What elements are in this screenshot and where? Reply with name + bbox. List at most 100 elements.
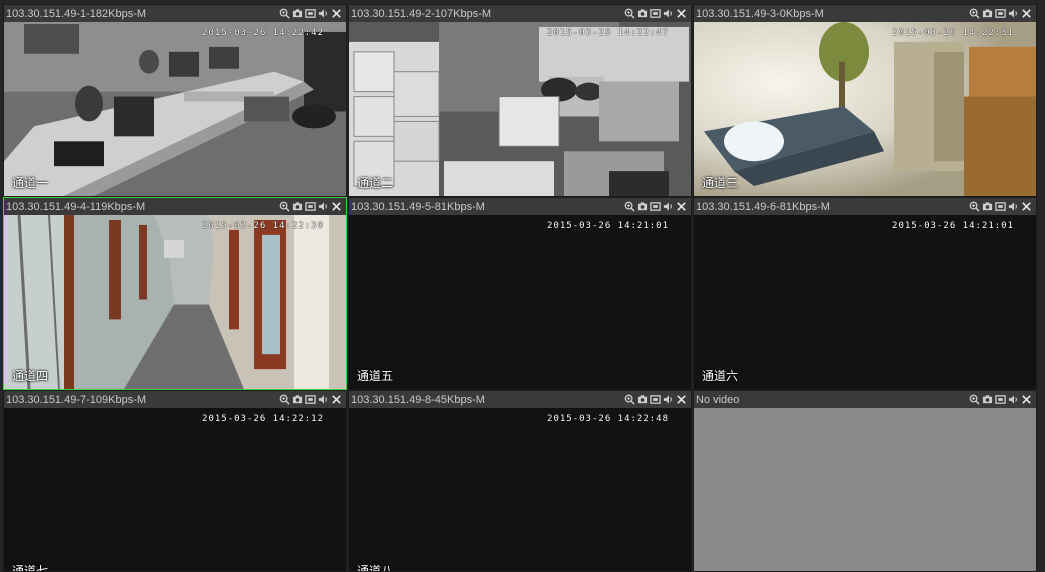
record-icon[interactable]: [305, 8, 316, 19]
zoom-icon[interactable]: [624, 201, 635, 212]
video-cell-1[interactable]: 103.30.151.49-1-182Kbps-M 2015-03-26 14:…: [3, 4, 347, 197]
record-icon[interactable]: [650, 201, 661, 212]
channel-label: 通道四: [12, 369, 49, 383]
record-icon[interactable]: [650, 8, 661, 19]
timestamp-overlay: 2015-03-26 14:21:01: [547, 221, 669, 231]
video-cell-2[interactable]: 103.30.151.49-2-107Kbps-M 2015-03-26 14:…: [348, 4, 692, 197]
snapshot-icon[interactable]: [292, 394, 303, 405]
cell-toolbar: [969, 201, 1036, 212]
timestamp-overlay: 2015-03-26 14:22:47: [547, 28, 669, 38]
video-feed[interactable]: 2015-03-26 14:22:12 通道七: [4, 408, 346, 571]
close-icon[interactable]: [676, 394, 687, 405]
cell-toolbar: [279, 201, 346, 212]
video-cell-3[interactable]: 103.30.151.49-3-0Kbps-M 2015-03-26 14:22…: [693, 4, 1037, 197]
cell-titlebar: 103.30.151.49-7-109Kbps-M: [4, 391, 346, 408]
video-grid: 103.30.151.49-1-182Kbps-M 2015-03-26 14:…: [3, 4, 1037, 572]
close-icon[interactable]: [1021, 201, 1032, 212]
record-icon[interactable]: [305, 201, 316, 212]
video-cell-5[interactable]: 103.30.151.49-5-81Kbps-M 2015-03-26 14:2…: [348, 197, 692, 390]
snapshot-icon[interactable]: [637, 394, 648, 405]
snapshot-icon[interactable]: [292, 201, 303, 212]
record-icon[interactable]: [305, 394, 316, 405]
zoom-icon[interactable]: [969, 394, 980, 405]
timestamp-overlay: 2015-03-26 14:22:31: [892, 28, 1014, 38]
timestamp-overlay: 2015-03-26 14:22:30: [202, 221, 324, 231]
video-cell-8[interactable]: 103.30.151.49-8-45Kbps-M 2015-03-26 14:2…: [348, 390, 692, 572]
cell-titlebar: 103.30.151.49-8-45Kbps-M: [349, 391, 691, 408]
record-icon[interactable]: [995, 8, 1006, 19]
video-cell-9[interactable]: No video: [693, 390, 1037, 572]
cell-toolbar: [279, 8, 346, 19]
stream-title: 103.30.151.49-8-45Kbps-M: [351, 393, 485, 406]
stream-title: 103.30.151.49-2-107Kbps-M: [351, 7, 492, 20]
record-icon[interactable]: [995, 394, 1006, 405]
zoom-icon[interactable]: [279, 8, 290, 19]
zoom-icon[interactable]: [279, 201, 290, 212]
video-feed[interactable]: 2015-03-26 14:22:48 通道八: [349, 408, 691, 571]
snapshot-icon[interactable]: [982, 394, 993, 405]
snapshot-icon[interactable]: [292, 8, 303, 19]
zoom-icon[interactable]: [624, 394, 635, 405]
zoom-icon[interactable]: [624, 8, 635, 19]
cell-toolbar: [279, 394, 346, 405]
channel-label: 通道五: [357, 369, 394, 383]
stream-title: 103.30.151.49-4-119Kbps-M: [6, 200, 146, 213]
cell-titlebar: 103.30.151.49-1-182Kbps-M: [4, 5, 346, 22]
video-feed[interactable]: 2015-03-26 14:22:30 通道四: [4, 215, 346, 389]
close-icon[interactable]: [331, 8, 342, 19]
cell-titlebar: 103.30.151.49-2-107Kbps-M: [349, 5, 691, 22]
close-icon[interactable]: [1021, 394, 1032, 405]
audio-icon[interactable]: [1008, 394, 1019, 405]
snapshot-icon[interactable]: [982, 201, 993, 212]
snapshot-icon[interactable]: [982, 8, 993, 19]
zoom-icon[interactable]: [279, 394, 290, 405]
video-feed[interactable]: 2015-03-26 14:21:01 通道五: [349, 215, 691, 389]
video-feed[interactable]: 2015-03-26 14:22:31 通道三: [694, 22, 1036, 196]
office-camera-image: [4, 22, 346, 196]
video-feed[interactable]: 2015-03-26 14:22:47 通道二: [349, 22, 691, 196]
record-icon[interactable]: [650, 394, 661, 405]
close-icon[interactable]: [331, 201, 342, 212]
record-icon[interactable]: [995, 201, 1006, 212]
close-icon[interactable]: [1021, 8, 1032, 19]
stream-title: No video: [696, 393, 740, 406]
video-cell-6[interactable]: 103.30.151.49-6-81Kbps-M 2015-03-26 14:2…: [693, 197, 1037, 390]
close-icon[interactable]: [676, 8, 687, 19]
timestamp-overlay: 2015-03-26 14:22:42: [202, 28, 324, 38]
zoom-icon[interactable]: [969, 8, 980, 19]
audio-icon[interactable]: [1008, 201, 1019, 212]
channel-label: 通道二: [357, 176, 394, 190]
stream-title: 103.30.151.49-1-182Kbps-M: [6, 7, 147, 20]
video-feed-empty[interactable]: [694, 408, 1036, 571]
snapshot-icon[interactable]: [637, 201, 648, 212]
audio-icon[interactable]: [663, 394, 674, 405]
channel-label: 通道七: [12, 564, 49, 571]
video-feed[interactable]: 2015-03-26 14:22:42 通道一: [4, 22, 346, 196]
cell-toolbar: [624, 201, 691, 212]
video-cell-4[interactable]: 103.30.151.49-4-119Kbps-M 2015-03-26 14:…: [3, 197, 347, 390]
cell-titlebar: 103.30.151.49-3-0Kbps-M: [694, 5, 1036, 22]
snapshot-icon[interactable]: [637, 8, 648, 19]
timestamp-overlay: 2015-03-26 14:21:01: [892, 221, 1014, 231]
channel-label: 通道三: [702, 176, 739, 190]
audio-icon[interactable]: [663, 201, 674, 212]
channel-label: 通道一: [12, 176, 49, 190]
audio-icon[interactable]: [1008, 8, 1019, 19]
cell-toolbar: [624, 8, 691, 19]
cell-toolbar: [969, 394, 1036, 405]
cell-toolbar: [969, 8, 1036, 19]
audio-icon[interactable]: [663, 8, 674, 19]
close-icon[interactable]: [331, 394, 342, 405]
audio-icon[interactable]: [318, 394, 329, 405]
video-cell-7[interactable]: 103.30.151.49-7-109Kbps-M 2015-03-26 14:…: [3, 390, 347, 572]
stream-title: 103.30.151.49-5-81Kbps-M: [351, 200, 485, 213]
close-icon[interactable]: [676, 201, 687, 212]
video-feed[interactable]: 2015-03-26 14:21:01 通道六: [694, 215, 1036, 389]
storeroom-camera-image: [349, 22, 691, 196]
corridor-camera-image: [4, 215, 346, 389]
zoom-icon[interactable]: [969, 201, 980, 212]
audio-icon[interactable]: [318, 201, 329, 212]
cell-titlebar: 103.30.151.49-4-119Kbps-M: [4, 198, 346, 215]
audio-icon[interactable]: [318, 8, 329, 19]
cell-toolbar: [624, 394, 691, 405]
